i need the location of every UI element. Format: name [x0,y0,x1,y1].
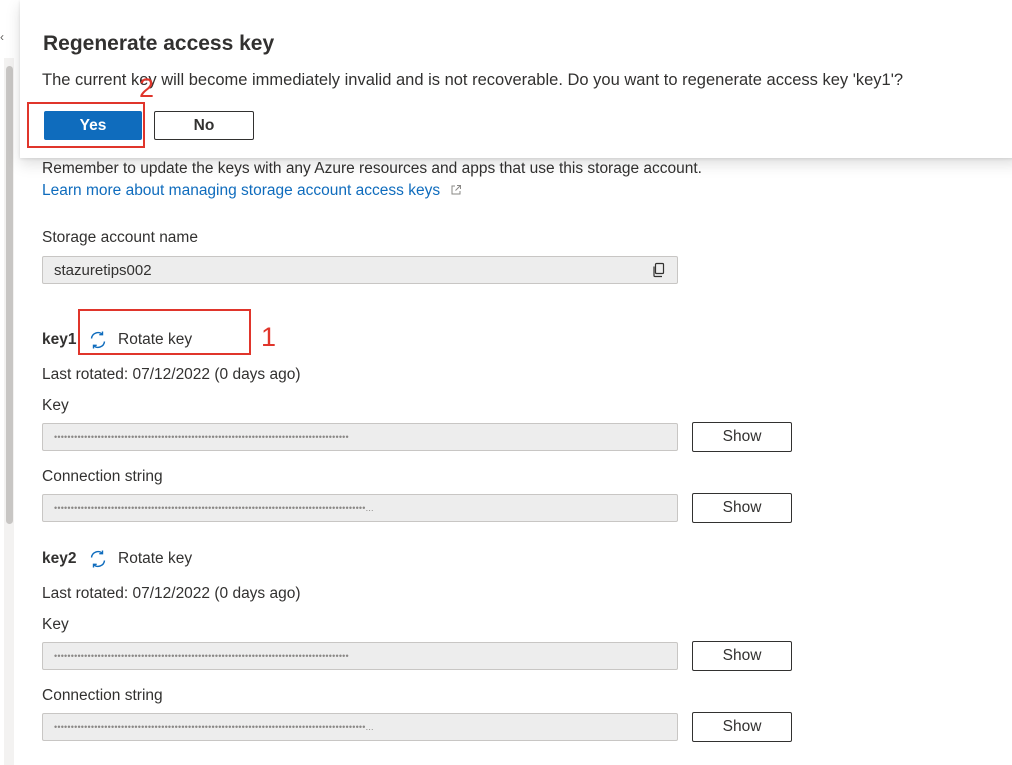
rotate-icon [90,550,106,568]
key2-connection-string-label: Connection string [42,687,163,704]
rotate-key2-label: Rotate key [118,550,193,567]
key1-heading: key1 [42,331,77,348]
key1-connection-string-label: Connection string [42,468,163,485]
copy-icon[interactable] [651,262,667,278]
storage-account-name-label: Storage account name [42,229,198,246]
storage-account-name-field: stazuretips002 [42,256,678,284]
rotate-key2-button[interactable]: Rotate key [88,547,192,571]
learn-more-link[interactable]: Learn more about managing storage accoun… [42,182,462,200]
no-button[interactable]: No [154,111,254,140]
key1-connection-string-field: ••••••••••••••••••••••••••••••••••••••••… [42,494,678,522]
key2-last-rotated: Last rotated: 07/12/2022 (0 days ago) [42,585,301,602]
key2-key-show-button[interactable]: Show [692,641,792,671]
key1-key-masked-value: ••••••••••••••••••••••••••••••••••••••••… [54,432,349,442]
external-link-icon [451,185,462,195]
key1-key-show-button[interactable]: Show [692,422,792,452]
dialog-message: The current key will become immediately … [42,71,904,89]
key2-key-label: Key [42,616,69,633]
key1-key-label: Key [42,397,69,414]
key2-connection-string-masked-value: ••••••••••••••••••••••••••••••••••••••••… [54,722,665,732]
key2-connection-string-field: ••••••••••••••••••••••••••••••••••••••••… [42,713,678,741]
learn-more-link-text: Learn more about managing storage accoun… [42,182,441,199]
step2-number: 2 [139,73,155,103]
key1-key-field: ••••••••••••••••••••••••••••••••••••••••… [42,423,678,451]
step1-highlight-box [78,309,251,355]
storage-account-name-value: stazuretips002 [54,262,152,279]
step2-highlight-box [27,102,145,148]
key1-connection-string-show-button[interactable]: Show [692,493,792,523]
dialog-title: Regenerate access key [43,32,275,55]
update-keys-notice: Remember to update the keys with any Azu… [42,160,702,177]
key2-heading: key2 [42,550,77,567]
key2-connection-string-show-button[interactable]: Show [692,712,792,742]
key2-key-field: ••••••••••••••••••••••••••••••••••••••••… [42,642,678,670]
key2-key-masked-value: ••••••••••••••••••••••••••••••••••••••••… [54,651,349,661]
regenerate-key-dialog: Regenerate access key The current key wi… [20,0,1012,158]
key1-connection-string-masked-value: ••••••••••••••••••••••••••••••••••••••••… [54,503,665,513]
step1-number: 1 [261,322,277,352]
key1-last-rotated: Last rotated: 07/12/2022 (0 days ago) [42,366,301,383]
